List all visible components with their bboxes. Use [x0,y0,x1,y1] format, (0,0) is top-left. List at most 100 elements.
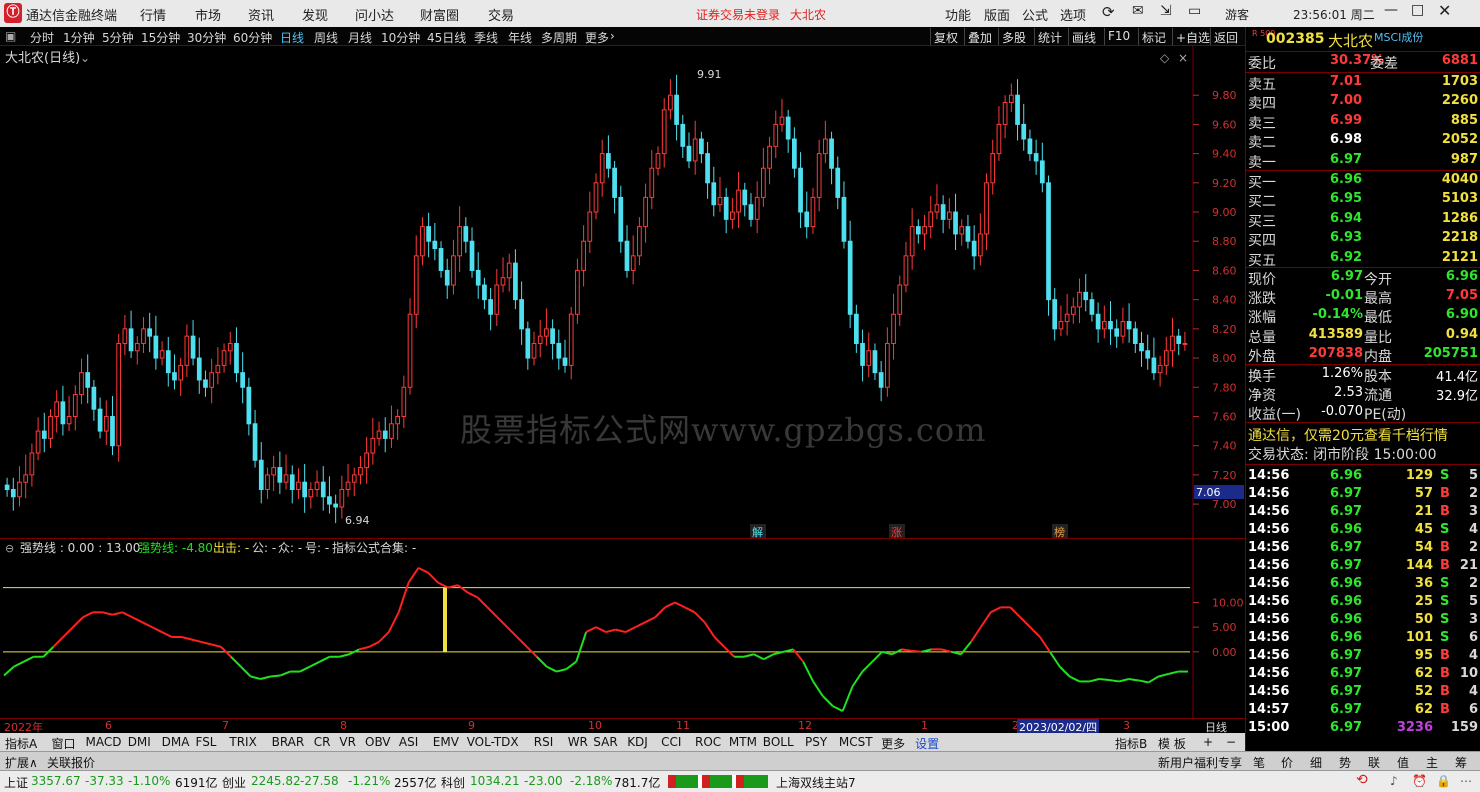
indicator-tab-vr[interactable]: VR [339,735,356,749]
tool-mark-button[interactable]: 标记 [1138,28,1169,45]
menu-options[interactable]: 选项 [1060,5,1086,24]
menu-trade[interactable]: 交易 [488,5,514,24]
period-15min[interactable]: 15分钟 [141,29,180,46]
refresh-icon[interactable]: ⟳ [1102,3,1115,21]
screen-icon[interactable]: ▭ [1188,3,1201,19]
ext-tab-expand[interactable]: 扩展∧ [5,754,38,771]
maximize-icon[interactable]: □ [1411,2,1424,18]
indicator-tab-cci[interactable]: CCI [661,735,681,749]
period-30min[interactable]: 30分钟 [187,29,226,46]
level2-promo[interactable]: 通达信，仅需20元查看千档行情 [1248,425,1448,445]
indicator-tab-macd[interactable]: MACD [86,735,122,749]
tool-f10-button[interactable]: F10 [1104,28,1133,45]
menu-square-icon[interactable]: ▣ [5,29,16,43]
tool-overlay-button[interactable]: 叠加 [964,28,995,45]
indicator-tab-asi[interactable]: ASI [399,735,418,749]
ext-tab-related-quotes[interactable]: 关联报价 [47,754,95,771]
indicator-chart[interactable]: ⊖ 强势线 : 0.00 : 13.00 强势线: -4.80 出击: - 公:… [0,538,1245,718]
indicator-tab-cr[interactable]: CR [314,735,331,749]
tool-back-button[interactable]: 返回 [1210,28,1241,45]
period-1min[interactable]: 1分钟 [63,29,95,46]
indicator-tab-dmi[interactable]: DMI [128,735,151,749]
indicator-tab-wr[interactable]: WR [568,735,588,749]
period-10min[interactable]: 10分钟 [381,29,420,46]
indicator-right-tab-3[interactable]: − [1226,735,1236,749]
period-60min[interactable]: 60分钟 [233,29,272,46]
quote-tab-related[interactable]: 联 [1368,754,1380,771]
alarm-icon[interactable]: ⏰ [1412,774,1427,788]
bids-row[interactable]: 买二 6.95 5103 [1246,191,1480,210]
menu-wealth-circle[interactable]: 财富圈 [420,5,459,24]
asks-row[interactable]: 卖三 6.99 885 [1246,113,1480,132]
indicator-menu-icon[interactable]: ⊖ [5,542,14,555]
period-weekly[interactable]: 周线 [314,29,338,46]
period-multi[interactable]: 多周期 [541,29,577,46]
cy-index-label[interactable]: 创业 [222,774,246,791]
indicator-right-tab-2[interactable]: + [1203,735,1213,749]
chart-title-dropdown-icon[interactable]: ⌄ [80,51,90,65]
menu-ask-xiaoda[interactable]: 问小达 [355,5,394,24]
tool-draw-button[interactable]: 画线 [1068,28,1099,45]
indicator-tab-窗口[interactable]: 窗口 [52,735,76,752]
indicator-tab-mtm[interactable]: MTM [729,735,757,749]
indicator-tab-指标a[interactable]: 指标A [5,735,37,752]
sh-index-label[interactable]: 上证 [4,774,28,791]
lock-icon[interactable]: 🔒 [1436,774,1451,788]
bids-row[interactable]: 买三 6.94 1286 [1246,211,1480,230]
indicator-tab-emv[interactable]: EMV [433,735,459,749]
indicator-right-tab-0[interactable]: 指标B [1115,735,1147,752]
period-quarterly[interactable]: 季线 [474,29,498,46]
bell-icon[interactable]: ♪ [1390,774,1398,788]
period-more[interactable]: 更多 [585,29,609,46]
more-icon[interactable]: ⋯ [1460,774,1472,788]
message-icon[interactable]: ✉ [1132,3,1144,19]
period-45day[interactable]: 45日线 [427,29,466,46]
new-user-promo[interactable]: 新用户福利专享 [1158,754,1242,771]
asks-row[interactable]: 卖一 6.97 987 [1246,152,1480,171]
indicator-tab-roc[interactable]: ROC [695,735,721,749]
period-minute[interactable]: 分时 [30,29,54,46]
minimize-icon[interactable]: — [1384,2,1398,18]
quote-tab-chips[interactable]: 筹 [1455,754,1467,771]
login-notice[interactable]: 证券交易未登录 [696,6,780,23]
chart-close-icon[interactable]: × [1178,51,1188,65]
menu-market[interactable]: 市场 [195,5,221,24]
tool-adjust-button[interactable]: 复权 [930,28,961,45]
indicator-tab-kdj[interactable]: KDJ [627,735,648,749]
quote-tab-trend[interactable]: 势 [1339,754,1351,771]
asks-row[interactable]: 卖二 6.98 2052 [1246,132,1480,151]
menu-market-quote[interactable]: 行情 [140,5,166,24]
bids-row[interactable]: 买一 6.96 4040 [1246,172,1480,191]
bids-row[interactable]: 买四 6.93 2218 [1246,230,1480,249]
indicator-tab-设置[interactable]: 设置 [915,735,939,752]
indicator-tab-fsl[interactable]: FSL [196,735,217,749]
close-icon[interactable]: ✕ [1438,1,1451,20]
tool-stats-button[interactable]: 统计 [1034,28,1065,45]
indicator-tab-trix[interactable]: TRIX [229,735,256,749]
quote-tab-price[interactable]: 价 [1281,754,1293,771]
menu-function[interactable]: 功能 [945,5,971,24]
indicator-tab-dma[interactable]: DMA [162,735,190,749]
indicator-tab-vol-tdx[interactable]: VOL-TDX [467,735,519,749]
tool-multi-stock-button[interactable]: 多股 [998,28,1029,45]
indicator-tab-sar[interactable]: SAR [593,735,617,749]
diamond-icon[interactable]: ◇ [1160,51,1170,65]
indicator-tab-rsi[interactable]: RSI [534,735,554,749]
asks-row[interactable]: 卖四 7.00 2260 [1246,93,1480,112]
period-yearly[interactable]: 年线 [508,29,532,46]
server-name[interactable]: 上海双线主站7 [776,774,856,791]
quote-tab-value[interactable]: 值 [1397,754,1409,771]
period-monthly[interactable]: 月线 [348,29,372,46]
collapse-icon[interactable]: ⇲ [1160,3,1172,19]
indicator-tab-mcst[interactable]: MCST [839,735,873,749]
indicator-tab-obv[interactable]: OBV [365,735,391,749]
indicator-tab-psy[interactable]: PSY [805,735,827,749]
indicator-tab-brar[interactable]: BRAR [272,735,305,749]
tool-add-watchlist-button[interactable]: +自选 [1172,28,1213,45]
user-label[interactable]: 游客 [1225,6,1249,23]
indicator-right-tab-1[interactable]: 模 板 [1158,735,1186,752]
chevron-right-icon[interactable]: › [610,29,615,43]
quote-tab-trades[interactable]: 笔 [1253,754,1265,771]
menu-discover[interactable]: 发现 [302,5,328,24]
menu-formula[interactable]: 公式 [1022,5,1048,24]
